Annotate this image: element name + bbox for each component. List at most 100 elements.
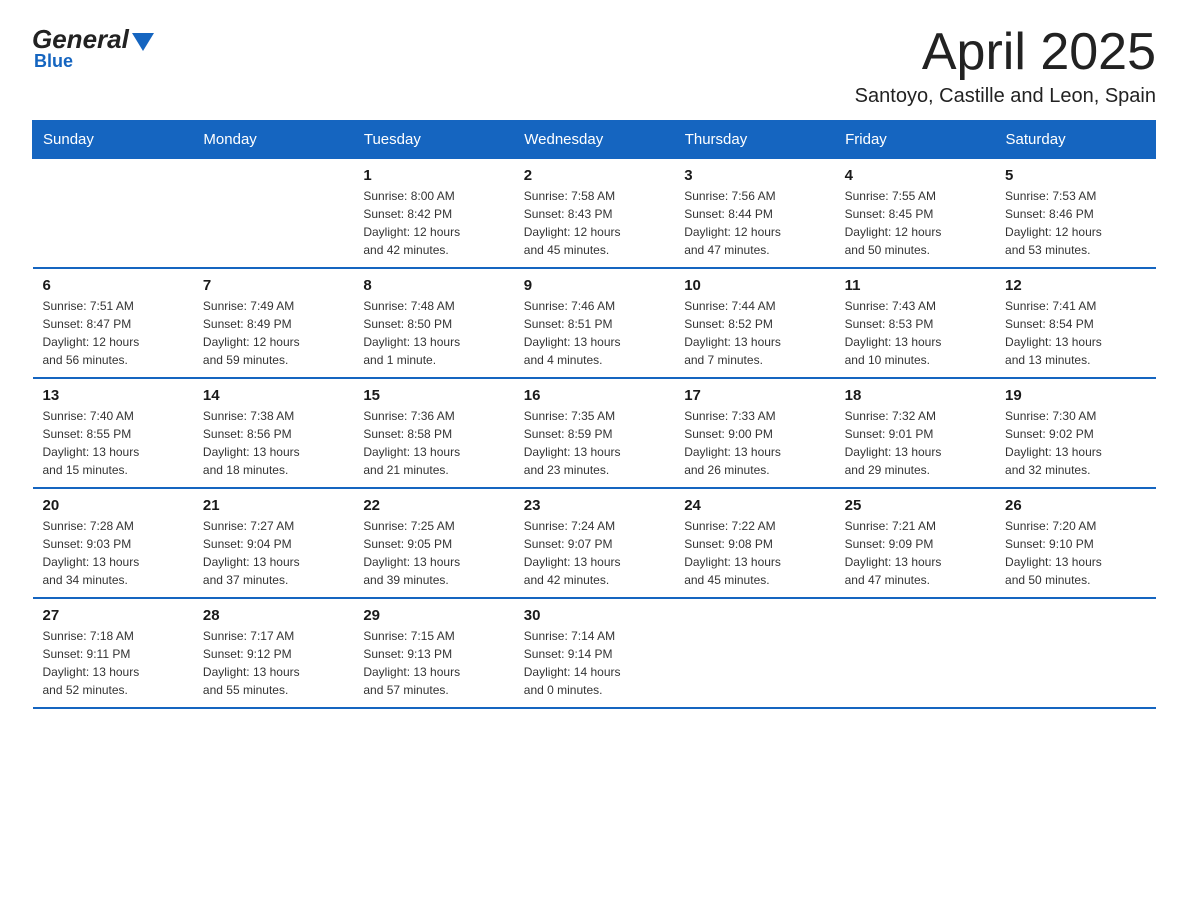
day-info: Sunrise: 7:44 AM Sunset: 8:52 PM Dayligh…	[684, 297, 824, 369]
calendar-cell	[995, 598, 1155, 708]
day-info: Sunrise: 7:22 AM Sunset: 9:08 PM Dayligh…	[684, 517, 824, 589]
calendar-cell: 10 Sunrise: 7:44 AM Sunset: 8:52 PM Dayli…	[674, 268, 834, 378]
day-number: 27	[43, 607, 183, 624]
location-subtitle: Santoyo, Castille and Leon, Spain	[855, 85, 1156, 108]
calendar-cell	[674, 598, 834, 708]
day-number: 22	[363, 497, 503, 514]
day-number: 17	[684, 387, 824, 404]
calendar-cell: 26 Sunrise: 7:20 AM Sunset: 9:10 PM Dayli…	[995, 488, 1155, 598]
calendar-cell: 28 Sunrise: 7:17 AM Sunset: 9:12 PM Dayli…	[193, 598, 353, 708]
day-info: Sunrise: 7:49 AM Sunset: 8:49 PM Dayligh…	[203, 297, 343, 369]
day-info: Sunrise: 7:53 AM Sunset: 8:46 PM Dayligh…	[1005, 187, 1145, 259]
day-number: 3	[684, 167, 824, 184]
day-number: 26	[1005, 497, 1145, 514]
day-info: Sunrise: 7:20 AM Sunset: 9:10 PM Dayligh…	[1005, 517, 1145, 589]
calendar-cell: 27 Sunrise: 7:18 AM Sunset: 9:11 PM Dayli…	[33, 598, 193, 708]
day-info: Sunrise: 7:28 AM Sunset: 9:03 PM Dayligh…	[43, 517, 183, 589]
day-number: 2	[524, 167, 664, 184]
day-info: Sunrise: 7:48 AM Sunset: 8:50 PM Dayligh…	[363, 297, 503, 369]
calendar-cell: 15 Sunrise: 7:36 AM Sunset: 8:58 PM Dayli…	[353, 378, 513, 488]
calendar-week-row: 6Sunrise: 7:51 AM Sunset: 8:47 PM Daylig…	[33, 268, 1156, 378]
calendar-cell	[33, 159, 193, 269]
calendar-cell: 1 Sunrise: 8:00 AM Sunset: 8:42 PM Daylig…	[353, 159, 513, 269]
day-number: 7	[203, 277, 343, 294]
day-info: Sunrise: 8:00 AM Sunset: 8:42 PM Dayligh…	[363, 187, 503, 259]
day-number: 23	[524, 497, 664, 514]
day-info: Sunrise: 7:24 AM Sunset: 9:07 PM Dayligh…	[524, 517, 664, 589]
day-number: 28	[203, 607, 343, 624]
day-number: 25	[845, 497, 985, 514]
day-info: Sunrise: 7:32 AM Sunset: 9:01 PM Dayligh…	[845, 407, 985, 479]
day-number: 19	[1005, 387, 1145, 404]
calendar-table: Sunday Monday Tuesday Wednesday Thursday…	[32, 120, 1156, 709]
day-number: 30	[524, 607, 664, 624]
month-title: April 2025	[855, 24, 1156, 81]
calendar-week-row: 13 Sunrise: 7:40 AM Sunset: 8:55 PM Dayli…	[33, 378, 1156, 488]
calendar-week-row: 27 Sunrise: 7:18 AM Sunset: 9:11 PM Dayli…	[33, 598, 1156, 708]
day-number: 5	[1005, 167, 1145, 184]
day-info: Sunrise: 7:38 AM Sunset: 8:56 PM Dayligh…	[203, 407, 343, 479]
day-number: 29	[363, 607, 503, 624]
day-number: 11	[845, 277, 985, 294]
day-number: 15	[363, 387, 503, 404]
calendar-cell: 18 Sunrise: 7:32 AM Sunset: 9:01 PM Dayli…	[835, 378, 995, 488]
calendar-cell: 6Sunrise: 7:51 AM Sunset: 8:47 PM Daylig…	[33, 268, 193, 378]
day-info: Sunrise: 7:36 AM Sunset: 8:58 PM Dayligh…	[363, 407, 503, 479]
day-number: 9	[524, 277, 664, 294]
day-info: Sunrise: 7:33 AM Sunset: 9:00 PM Dayligh…	[684, 407, 824, 479]
calendar-week-row: 20Sunrise: 7:28 AM Sunset: 9:03 PM Dayli…	[33, 488, 1156, 598]
calendar-cell: 9 Sunrise: 7:46 AM Sunset: 8:51 PM Daylig…	[514, 268, 674, 378]
calendar-week-row: 1 Sunrise: 8:00 AM Sunset: 8:42 PM Daylig…	[33, 159, 1156, 269]
day-number: 4	[845, 167, 985, 184]
calendar-cell: 20Sunrise: 7:28 AM Sunset: 9:03 PM Dayli…	[33, 488, 193, 598]
day-info: Sunrise: 7:30 AM Sunset: 9:02 PM Dayligh…	[1005, 407, 1145, 479]
day-number: 16	[524, 387, 664, 404]
day-number: 8	[363, 277, 503, 294]
calendar-cell: 24 Sunrise: 7:22 AM Sunset: 9:08 PM Dayli…	[674, 488, 834, 598]
day-info: Sunrise: 7:27 AM Sunset: 9:04 PM Dayligh…	[203, 517, 343, 589]
calendar-header-row: Sunday Monday Tuesday Wednesday Thursday…	[33, 121, 1156, 159]
header-thursday: Thursday	[674, 121, 834, 159]
calendar-cell: 21 Sunrise: 7:27 AM Sunset: 9:04 PM Dayli…	[193, 488, 353, 598]
day-info: Sunrise: 7:46 AM Sunset: 8:51 PM Dayligh…	[524, 297, 664, 369]
calendar-cell: 5 Sunrise: 7:53 AM Sunset: 8:46 PM Daylig…	[995, 159, 1155, 269]
day-number: 13	[43, 387, 183, 404]
calendar-cell: 12Sunrise: 7:41 AM Sunset: 8:54 PM Dayli…	[995, 268, 1155, 378]
calendar-cell: 7 Sunrise: 7:49 AM Sunset: 8:49 PM Daylig…	[193, 268, 353, 378]
calendar-cell	[193, 159, 353, 269]
day-info: Sunrise: 7:15 AM Sunset: 9:13 PM Dayligh…	[363, 627, 503, 699]
calendar-cell: 30 Sunrise: 7:14 AM Sunset: 9:14 PM Dayli…	[514, 598, 674, 708]
day-number: 1	[363, 167, 503, 184]
day-info: Sunrise: 7:17 AM Sunset: 9:12 PM Dayligh…	[203, 627, 343, 699]
calendar-cell	[835, 598, 995, 708]
day-number: 6	[43, 277, 183, 294]
day-info: Sunrise: 7:14 AM Sunset: 9:14 PM Dayligh…	[524, 627, 664, 699]
calendar-cell: 25 Sunrise: 7:21 AM Sunset: 9:09 PM Dayli…	[835, 488, 995, 598]
calendar-cell: 8 Sunrise: 7:48 AM Sunset: 8:50 PM Daylig…	[353, 268, 513, 378]
header-sunday: Sunday	[33, 121, 193, 159]
day-number: 21	[203, 497, 343, 514]
header-tuesday: Tuesday	[353, 121, 513, 159]
calendar-cell: 11 Sunrise: 7:43 AM Sunset: 8:53 PM Dayli…	[835, 268, 995, 378]
day-info: Sunrise: 7:56 AM Sunset: 8:44 PM Dayligh…	[684, 187, 824, 259]
day-info: Sunrise: 7:25 AM Sunset: 9:05 PM Dayligh…	[363, 517, 503, 589]
calendar-cell: 2Sunrise: 7:58 AM Sunset: 8:43 PM Daylig…	[514, 159, 674, 269]
header-wednesday: Wednesday	[514, 121, 674, 159]
day-number: 10	[684, 277, 824, 294]
day-number: 24	[684, 497, 824, 514]
day-info: Sunrise: 7:35 AM Sunset: 8:59 PM Dayligh…	[524, 407, 664, 479]
day-info: Sunrise: 7:18 AM Sunset: 9:11 PM Dayligh…	[43, 627, 183, 699]
calendar-cell: 3 Sunrise: 7:56 AM Sunset: 8:44 PM Daylig…	[674, 159, 834, 269]
day-info: Sunrise: 7:55 AM Sunset: 8:45 PM Dayligh…	[845, 187, 985, 259]
logo-blue: Blue	[34, 51, 73, 72]
day-info: Sunrise: 7:40 AM Sunset: 8:55 PM Dayligh…	[43, 407, 183, 479]
day-info: Sunrise: 7:41 AM Sunset: 8:54 PM Dayligh…	[1005, 297, 1145, 369]
day-info: Sunrise: 7:43 AM Sunset: 8:53 PM Dayligh…	[845, 297, 985, 369]
calendar-cell: 13 Sunrise: 7:40 AM Sunset: 8:55 PM Dayli…	[33, 378, 193, 488]
calendar-cell: 16 Sunrise: 7:35 AM Sunset: 8:59 PM Dayli…	[514, 378, 674, 488]
logo: General Blue	[32, 24, 154, 72]
header-monday: Monday	[193, 121, 353, 159]
header-friday: Friday	[835, 121, 995, 159]
day-number: 18	[845, 387, 985, 404]
day-info: Sunrise: 7:21 AM Sunset: 9:09 PM Dayligh…	[845, 517, 985, 589]
